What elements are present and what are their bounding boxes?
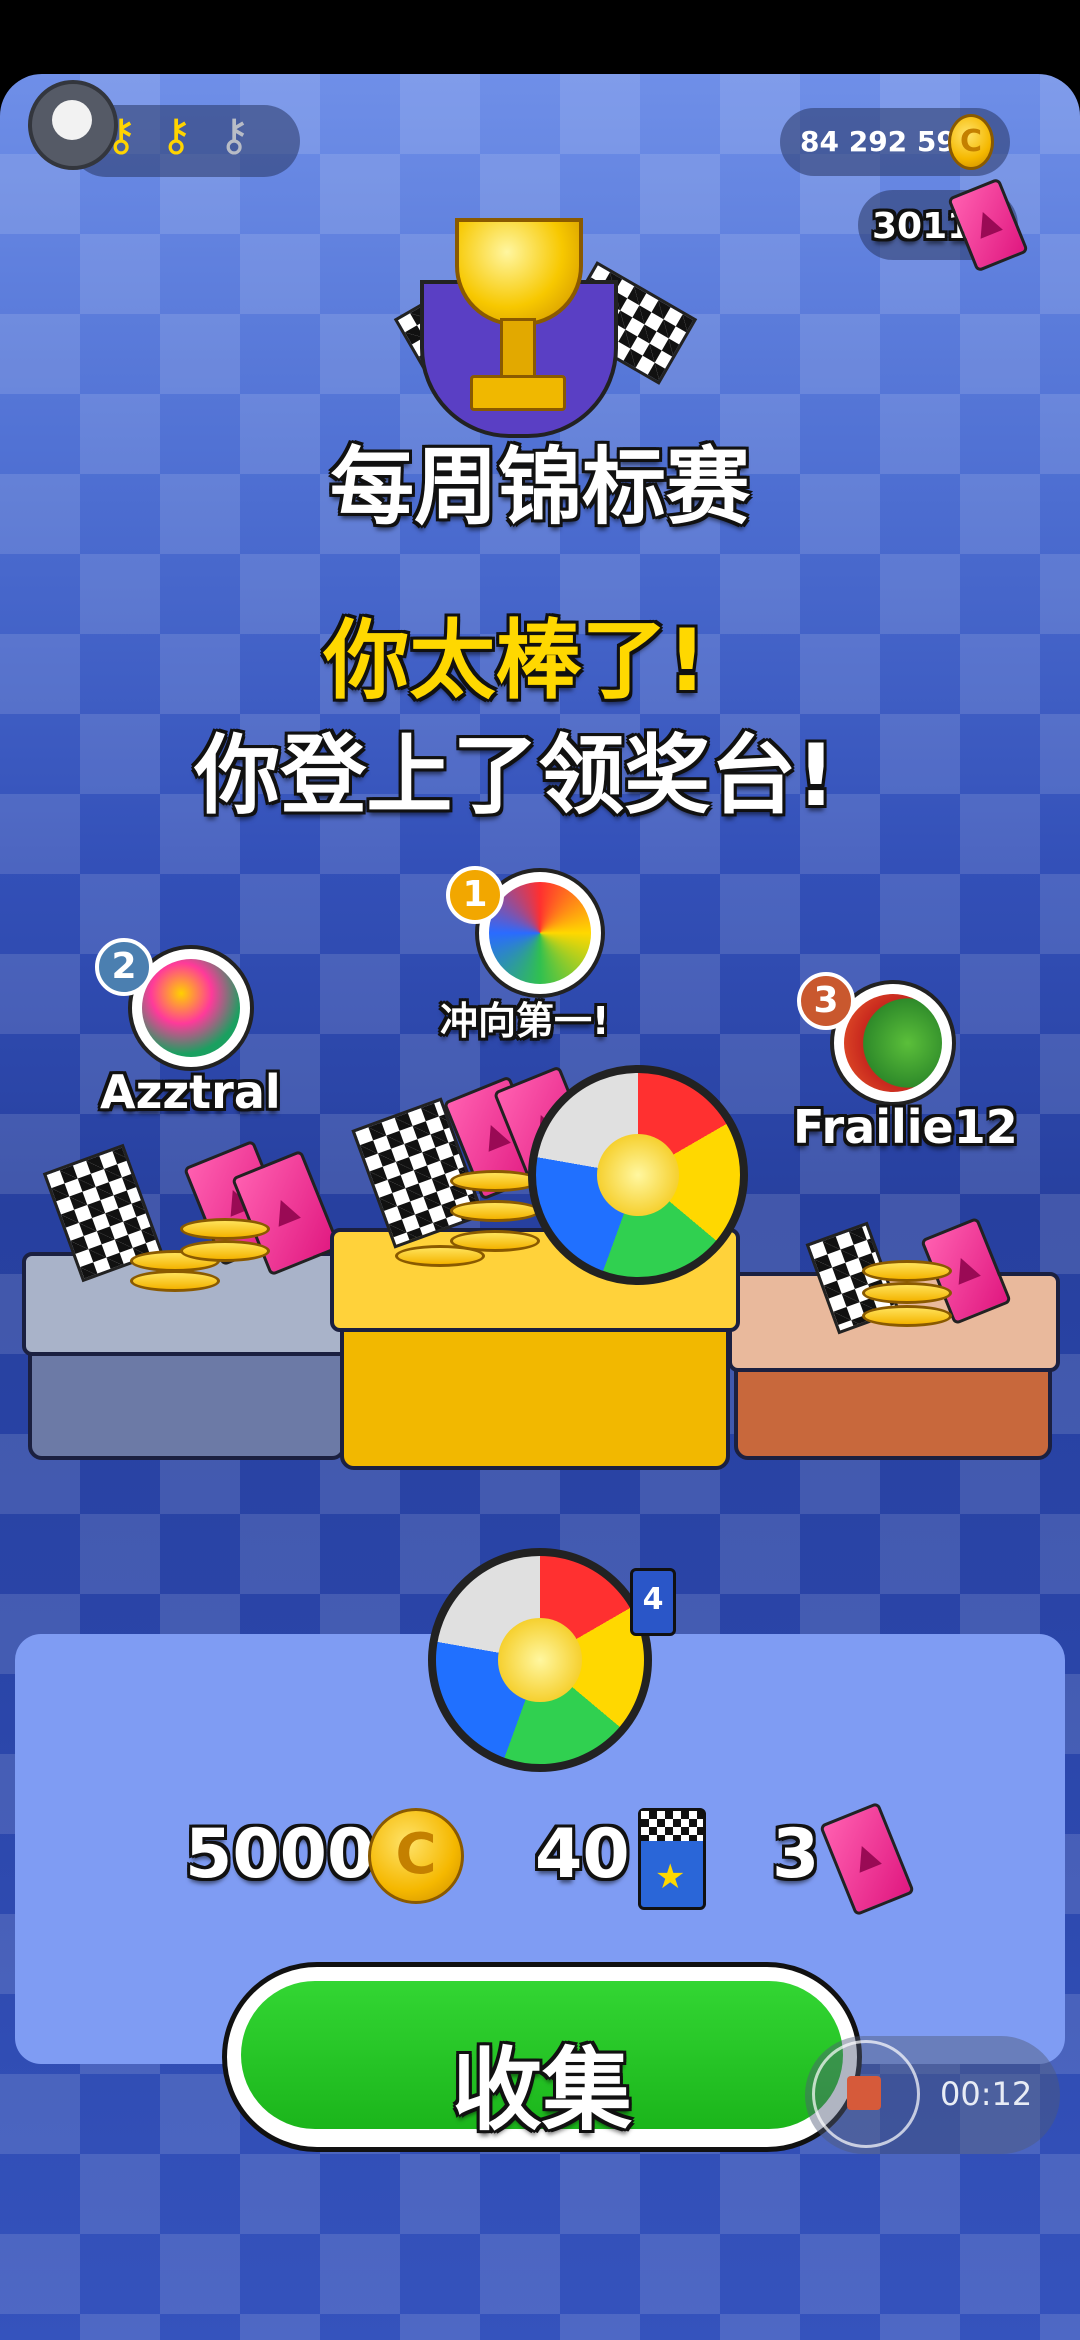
race-flag-icon: ★ xyxy=(638,1808,706,1910)
gold-key-icon: ⚷ xyxy=(160,110,193,161)
coin-stack-icon xyxy=(180,1240,270,1262)
reward-ball-icon xyxy=(428,1548,652,1772)
rank-2-badge: 2 xyxy=(95,938,153,996)
reward-ball-icon xyxy=(528,1065,748,1285)
rank-1-badge: 1 xyxy=(446,866,504,924)
coin-stack-icon xyxy=(862,1305,952,1327)
rank-3-badge: 3 xyxy=(797,972,855,1030)
coin-stack-icon xyxy=(130,1270,220,1292)
coin-stack-icon xyxy=(862,1260,952,1282)
trophy-icon xyxy=(455,218,583,326)
first-place-label: 冲向第一! xyxy=(440,999,610,1043)
gold-key-icon: ⚷ xyxy=(105,110,138,161)
congrats-headline: 你太棒了! xyxy=(323,611,707,711)
recording-time: 00:12 xyxy=(940,2075,1033,2113)
reward-flags-amount: 40 xyxy=(535,1815,630,1894)
coin-icon: C xyxy=(948,114,994,170)
podium-first-front xyxy=(340,1328,730,1470)
coin-stack-icon xyxy=(180,1218,270,1240)
ball-tier-badge: 4 xyxy=(630,1568,676,1636)
collect-button-fill: 收集 xyxy=(241,1981,843,2143)
reward-tickets-amount: 3 xyxy=(772,1815,820,1894)
trophy-base xyxy=(470,375,566,411)
coin-stack-icon xyxy=(450,1230,540,1252)
coin-stack-icon xyxy=(450,1200,540,1222)
third-place-name: Frailie12 xyxy=(793,1100,1018,1154)
podium-second-front xyxy=(28,1352,346,1460)
podium-third-front xyxy=(734,1368,1052,1460)
coin-stack-icon xyxy=(450,1170,540,1192)
grey-key-icon: ⚷ xyxy=(218,110,251,161)
tournament-title: 每周锦标赛 xyxy=(329,438,750,536)
coin-icon: C xyxy=(368,1808,464,1904)
screen: ⚷ ⚷ ⚷ 84 292 592 C 3011 每周锦标赛 你太棒了! 你登上了… xyxy=(0,0,1080,2340)
podium-headline: 你登上了领奖台! xyxy=(194,726,836,826)
collect-button[interactable]: 收集 xyxy=(222,1962,862,2152)
coin-stack-icon xyxy=(862,1282,952,1304)
collect-button-label: 收集 xyxy=(452,2038,632,2143)
reward-coins-amount: 5000 xyxy=(185,1815,375,1894)
second-place-name: Azztral xyxy=(100,1065,281,1119)
stop-icon xyxy=(847,2076,881,2110)
